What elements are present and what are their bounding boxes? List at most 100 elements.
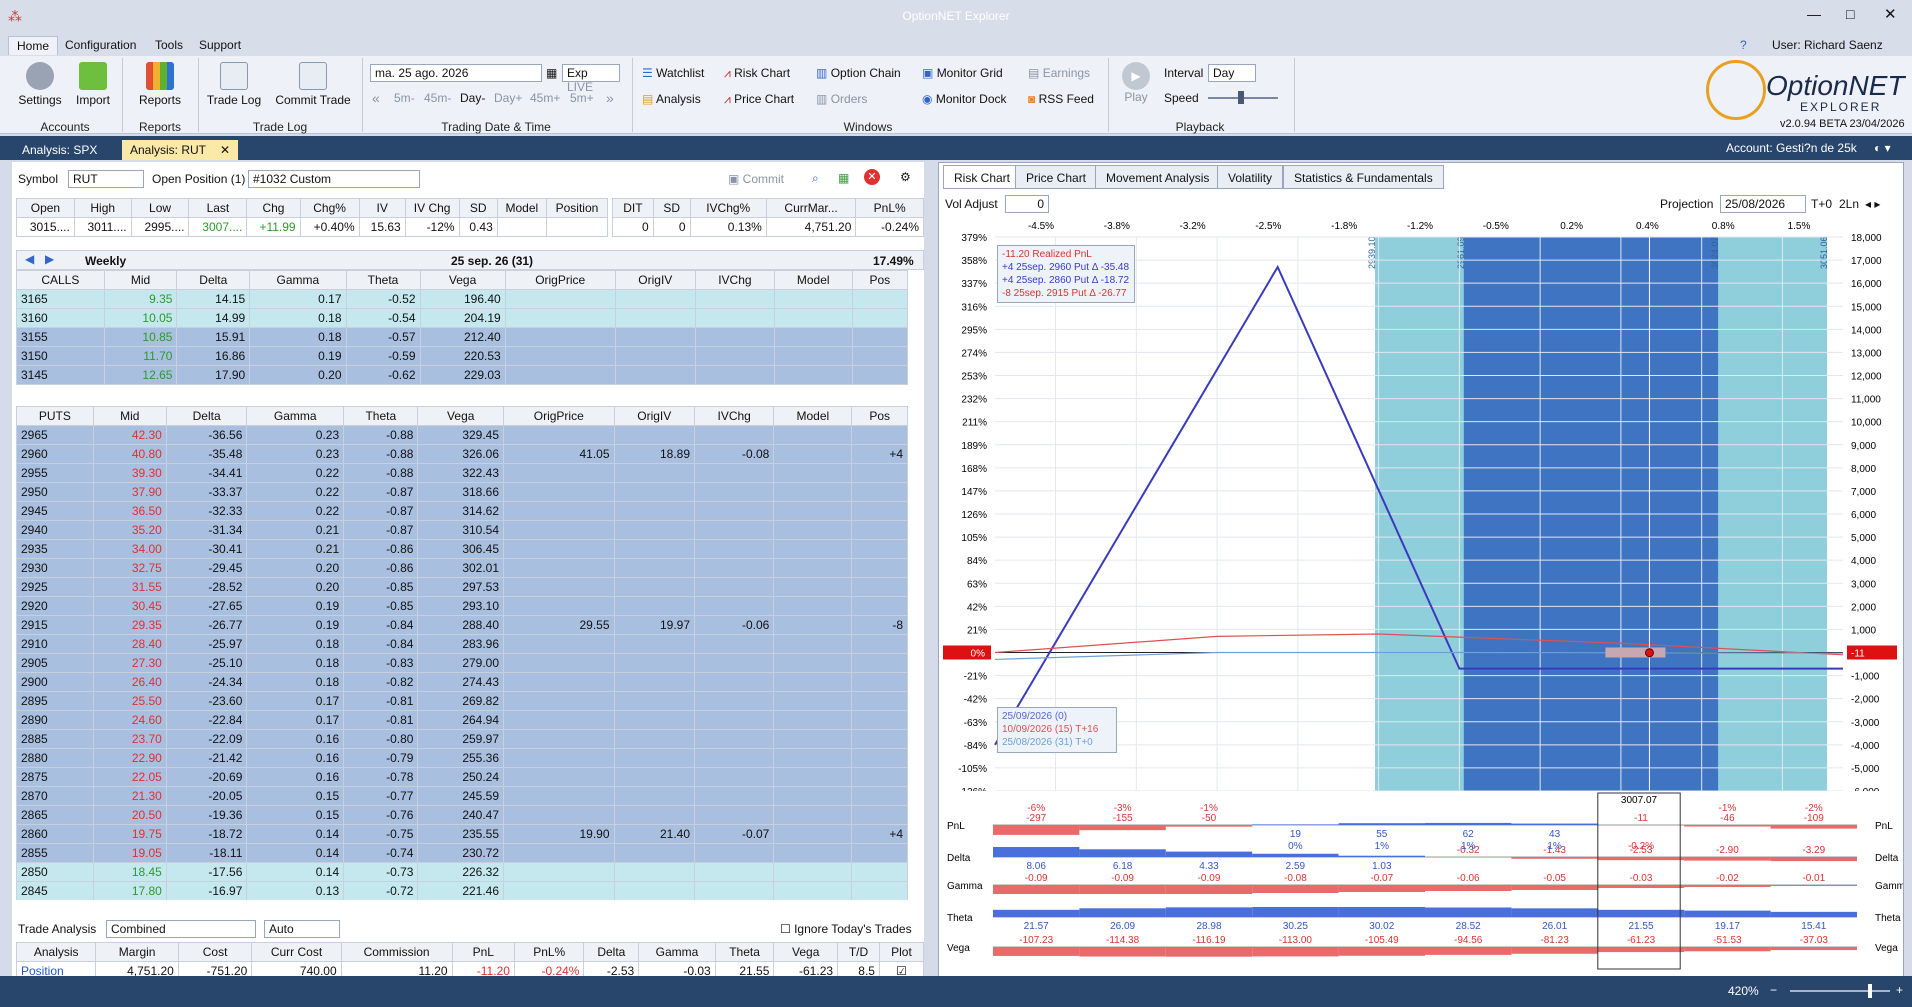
trade-analysis-mode-select[interactable]: Combined [106, 920, 256, 938]
puts-row[interactable]: 2920 30.45 -27.65 0.19 -0.85 293.10 [16, 596, 908, 616]
zoom-in-icon[interactable]: + [1896, 983, 1903, 997]
analysis-button[interactable]: ▤ Analysis [642, 92, 701, 106]
search-icon[interactable]: ⌕ [812, 171, 819, 186]
puts-row[interactable]: 2845 17.80 -16.97 0.13 -0.72 221.46 [16, 881, 908, 900]
vol-adjust-input[interactable]: 0 [1005, 195, 1049, 213]
help-icon[interactable]: ? [1740, 38, 1747, 52]
step-day-fwd[interactable]: Day+ [494, 91, 522, 105]
calls-row[interactable]: 3155 10.85 15.91 0.18 -0.57 212.40 [16, 327, 909, 347]
ignore-today-checkbox[interactable]: ☐ Ignore Today's Trades [780, 922, 912, 936]
position-select[interactable]: #1032 Custom [248, 170, 420, 188]
projection-date-input[interactable]: 25/08/2026 [1720, 195, 1806, 213]
watchlist-button[interactable]: ☰ Watchlist [642, 66, 704, 80]
option-chain-button[interactable]: ▥ Option Chain [816, 66, 901, 80]
tab-analysis-rut[interactable]: Analysis: RUT ✕ [122, 140, 238, 160]
maximize-icon[interactable]: □ [1846, 6, 1854, 22]
puts-row[interactable]: 2910 28.40 -25.97 0.18 -0.84 283.96 [16, 634, 908, 654]
puts-row[interactable]: 2875 22.05 -20.69 0.16 -0.78 250.24 [16, 767, 908, 787]
commit-trade-button[interactable]: Commit Trade [270, 62, 356, 107]
calendar-icon[interactable]: ▦ [546, 66, 557, 80]
projection-nav-icon[interactable]: ◂ ▸ [1865, 197, 1880, 211]
puts-row[interactable]: 2945 36.50 -32.33 0.22 -0.87 314.62 [16, 501, 908, 521]
speed-slider-thumb[interactable] [1238, 91, 1244, 104]
puts-row[interactable]: 2870 21.30 -20.05 0.15 -0.77 245.59 [16, 786, 908, 806]
menu-home[interactable]: Home [8, 36, 59, 55]
y-tick-left: 63% [967, 579, 987, 590]
play-button[interactable]: ▶ Play [1118, 62, 1154, 104]
step-5m-back[interactable]: 5m- [394, 91, 415, 105]
next-expiry-icon[interactable]: ▶ [45, 252, 54, 266]
price-chart-button[interactable]: ⩘ Price Chart [724, 92, 794, 107]
trading-date-input[interactable]: ma. 25 ago. 2026 [370, 64, 542, 82]
chart-tab[interactable]: Price Chart [1015, 165, 1098, 189]
puts-row[interactable]: 2885 23.70 -22.09 0.16 -0.80 259.97 [16, 729, 908, 749]
puts-label: PUTS [16, 406, 94, 426]
earnings-button[interactable]: ▤ Earnings [1028, 66, 1090, 80]
ln-label[interactable]: 2Ln [1839, 197, 1859, 211]
menu-tools[interactable]: Tools [155, 38, 183, 52]
step-45m-back[interactable]: 45m- [424, 91, 451, 105]
step-day-back[interactable]: Day- [460, 91, 485, 105]
chart-tab[interactable]: Volatility [1217, 165, 1284, 189]
export-icon[interactable]: ▦ [838, 171, 849, 185]
puts-row[interactable]: 2950 37.90 -33.37 0.22 -0.87 318.66 [16, 482, 908, 502]
prev-expiry-icon[interactable]: ◀ [25, 252, 34, 266]
menu-configuration[interactable]: Configuration [65, 38, 136, 52]
puts-row[interactable]: 2890 24.60 -22.84 0.17 -0.81 264.94 [16, 710, 908, 730]
step-back-icon[interactable]: « [372, 90, 380, 106]
commit-button[interactable]: ▣ Commit [728, 172, 784, 186]
rss-feed-button[interactable]: ◙ RSS Feed [1028, 92, 1094, 106]
calls-row[interactable]: 3160 10.05 14.99 0.18 -0.54 204.19 [16, 308, 909, 328]
risk-chart-button[interactable]: ⩘ Risk Chart [724, 66, 790, 81]
puts-row[interactable]: 2880 22.90 -21.42 0.16 -0.79 255.36 [16, 748, 908, 768]
step-fwd-icon[interactable]: » [606, 90, 614, 106]
puts-row[interactable]: 2940 35.20 -31.34 0.21 -0.87 310.54 [16, 520, 908, 540]
calls-row[interactable]: 3165 9.35 14.15 0.17 -0.52 196.40 [16, 289, 909, 309]
minimize-icon[interactable]: — [1807, 6, 1821, 22]
chart-tab[interactable]: Risk Chart [943, 165, 1022, 189]
puts-row[interactable]: 2965 42.30 -36.56 0.23 -0.88 329.45 [16, 425, 908, 445]
trade-log-button[interactable]: Trade Log [204, 62, 264, 107]
cell [773, 824, 853, 844]
monitor-grid-button[interactable]: ▣ Monitor Grid [922, 66, 1003, 80]
puts-row[interactable]: 2895 25.50 -23.60 0.17 -0.81 269.82 [16, 691, 908, 711]
cell: -0.77 [343, 786, 419, 806]
exp-live-toggle[interactable]: Exp LIVE [562, 64, 620, 94]
puts-row[interactable]: 2905 27.30 -25.10 0.18 -0.83 279.00 [16, 653, 908, 673]
puts-row[interactable]: 2915 29.35 -26.77 0.19 -0.84 288.40 29.55 19.97… [16, 615, 908, 635]
reports-button[interactable]: Reports [130, 62, 190, 107]
interval-select[interactable]: Day [1208, 64, 1256, 82]
step-45m-fwd[interactable]: 45m+ [530, 91, 560, 105]
puts-row[interactable]: 2930 32.75 -29.45 0.20 -0.86 302.01 [16, 558, 908, 578]
puts-row[interactable]: 2900 26.40 -24.34 0.18 -0.82 274.43 [16, 672, 908, 692]
puts-row[interactable]: 2935 34.00 -30.41 0.21 -0.86 306.45 [16, 539, 908, 559]
import-button[interactable]: Import [70, 62, 116, 107]
settings-button[interactable]: Settings [14, 62, 66, 107]
calls-row[interactable]: 3145 12.65 17.90 0.20 -0.62 229.03 [16, 365, 909, 385]
tab-close-icon[interactable]: ✕ [220, 143, 230, 157]
calls-row[interactable]: 3150 11.70 16.86 0.19 -0.59 220.53 [16, 346, 909, 366]
zoom-slider[interactable] [1790, 990, 1890, 992]
puts-row[interactable]: 2865 20.50 -19.36 0.15 -0.76 240.47 [16, 805, 908, 825]
step-5m-fwd[interactable]: 5m+ [570, 91, 594, 105]
puts-row[interactable]: 2860 19.75 -18.72 0.14 -0.75 235.55 19.90 21.40… [16, 824, 908, 844]
symbol-select[interactable]: RUT [68, 170, 144, 188]
puts-row[interactable]: 2960 40.80 -35.48 0.23 -0.88 326.06 41.05 18.89… [16, 444, 908, 464]
puts-row[interactable]: 2955 39.30 -34.41 0.22 -0.88 322.43 [16, 463, 908, 483]
chart-tab[interactable]: Statistics & Fundamentals [1283, 165, 1444, 189]
settings-gear-icon[interactable]: ⚙ [900, 170, 911, 184]
puts-row[interactable]: 2925 31.55 -28.52 0.20 -0.85 297.53 [16, 577, 908, 597]
auto-select[interactable]: Auto [264, 920, 340, 938]
monitor-dock-button[interactable]: ◉ Monitor Dock [922, 92, 1007, 106]
menu-support[interactable]: Support [199, 38, 241, 52]
zoom-slider-thumb[interactable] [1868, 984, 1872, 998]
tab-analysis-spx[interactable]: Analysis: SPX [14, 140, 105, 160]
zoom-out-icon[interactable]: − [1770, 983, 1777, 997]
puts-row[interactable]: 2850 18.45 -17.56 0.14 -0.73 226.32 [16, 862, 908, 882]
puts-row[interactable]: 2855 19.05 -18.11 0.14 -0.74 230.72 [16, 843, 908, 863]
delete-icon[interactable]: ✕ [864, 169, 880, 185]
orders-button[interactable]: ▥ Orders [816, 92, 867, 106]
chart-tab[interactable]: Movement Analysis [1095, 165, 1221, 189]
account-menu-icon[interactable]: ◐ ▾ [1874, 141, 1891, 155]
close-icon[interactable]: ✕ [1884, 5, 1897, 23]
